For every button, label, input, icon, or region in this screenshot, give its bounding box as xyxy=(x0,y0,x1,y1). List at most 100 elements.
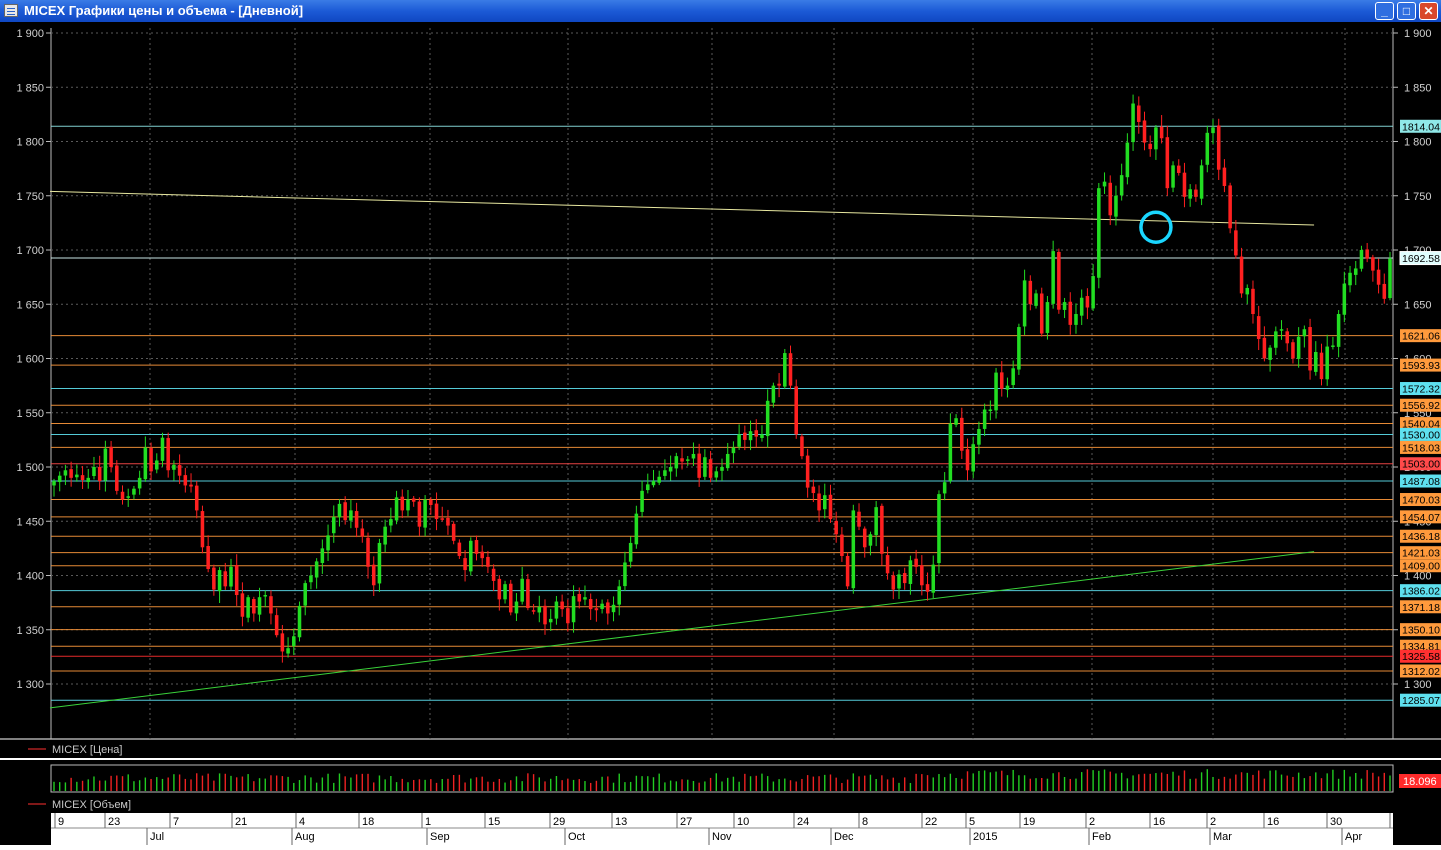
candle-body xyxy=(920,565,924,586)
candle-body xyxy=(663,470,667,476)
y-tick-label-right: 1 300 xyxy=(1404,679,1432,691)
level-label-text: 1487.08 xyxy=(1402,476,1440,488)
candle-body xyxy=(731,447,736,454)
close-button[interactable]: ✕ xyxy=(1419,2,1438,20)
x-day-label: 30 xyxy=(1330,816,1342,828)
app-chart-icon[interactable] xyxy=(4,4,18,17)
candle-body xyxy=(1251,288,1255,315)
candle-body xyxy=(1171,165,1175,188)
level-label-text: 1621.06 xyxy=(1402,331,1440,343)
candle-body xyxy=(389,519,393,526)
chart-area[interactable]: 1 300 1 350 1 400 1 450 1 500 1 550 1 600 1 650… xyxy=(0,22,1441,845)
y-tick-label-left: 1 900 xyxy=(16,28,44,40)
candle-body xyxy=(1296,336,1301,359)
candle-body xyxy=(537,606,542,613)
candle-body xyxy=(1228,185,1232,229)
candle-body xyxy=(617,586,622,605)
candle-body xyxy=(1314,351,1318,372)
y-axis-left: 1 300 1 350 1 400 1 450 1 500 1 550 1 600 1 650… xyxy=(16,28,51,691)
candle-body xyxy=(320,548,325,563)
x-month-label: Dec xyxy=(834,831,854,843)
candle-body xyxy=(1268,347,1272,360)
candle-body xyxy=(491,568,496,581)
candle-body xyxy=(954,418,958,425)
candle-body xyxy=(531,610,536,612)
y-tick-label-left: 1 750 xyxy=(16,191,44,203)
x-month-label: 2015 xyxy=(973,831,997,843)
candle-body xyxy=(988,409,993,411)
candle-body xyxy=(914,558,918,567)
candle-body xyxy=(451,523,456,541)
candle-body xyxy=(497,578,502,600)
y-tick-label-left: 1 550 xyxy=(16,408,44,420)
x-month-label: Feb xyxy=(1092,831,1111,843)
candle-body xyxy=(697,453,701,478)
candle-body xyxy=(725,453,730,469)
maximize-button[interactable]: □ xyxy=(1397,2,1416,20)
candle-body xyxy=(1108,182,1113,216)
candle-body xyxy=(1119,175,1124,196)
x-day-label: 13 xyxy=(615,816,627,828)
candle-body xyxy=(628,542,633,562)
candle-body xyxy=(1308,327,1312,371)
candle-body xyxy=(109,446,113,467)
highlight-marker xyxy=(1139,210,1173,244)
candle-body xyxy=(828,494,833,520)
candle-body xyxy=(560,601,564,610)
candle-body xyxy=(811,486,816,494)
candle-body xyxy=(120,491,125,500)
candle-body xyxy=(189,484,193,487)
candle-body xyxy=(286,648,290,654)
candle-body xyxy=(674,456,679,469)
candle-body xyxy=(280,633,285,652)
candle-body xyxy=(292,636,296,647)
candle-body xyxy=(417,501,422,527)
candle-body xyxy=(1376,269,1381,285)
candle-body xyxy=(606,602,610,614)
candle-body xyxy=(429,499,433,505)
candle-body xyxy=(743,432,747,440)
x-day-label: 27 xyxy=(680,816,692,828)
candle-body xyxy=(1091,276,1095,309)
candle-body xyxy=(337,503,342,518)
x-day-label: 21 xyxy=(235,816,247,828)
level-label-text: 1503.00 xyxy=(1402,459,1440,471)
candle-body xyxy=(999,372,1004,389)
candle-body xyxy=(520,578,524,602)
candle-body xyxy=(1131,103,1135,143)
window-titlebar[interactable]: MICEX Графики цены и объема - [Дневной] … xyxy=(0,0,1441,22)
y-tick-label-right: 1 800 xyxy=(1404,137,1432,149)
candle-body xyxy=(543,605,547,625)
candle-body xyxy=(965,449,970,471)
candle-body xyxy=(868,534,873,546)
candle-body xyxy=(514,601,519,614)
candle-body xyxy=(229,566,233,587)
candle-body xyxy=(583,597,587,600)
level-label-text: 1386.02 xyxy=(1402,586,1440,598)
candle-body xyxy=(1245,287,1250,295)
x-day-label: 16 xyxy=(1267,816,1279,828)
level-label-text: 1593.93 xyxy=(1402,360,1440,372)
candle-body xyxy=(902,573,907,584)
candle-body xyxy=(1336,314,1341,347)
candle-body xyxy=(206,546,210,569)
candle-body xyxy=(1011,368,1015,386)
y-tick-label-left: 1 450 xyxy=(16,516,44,528)
level-label-text: 1518.03 xyxy=(1402,442,1440,454)
candle-body xyxy=(1005,385,1010,390)
candle-body xyxy=(1291,342,1295,359)
minimize-button[interactable]: _ xyxy=(1375,2,1394,20)
candle-body xyxy=(1068,301,1073,325)
candle-body xyxy=(303,583,307,606)
candle-body xyxy=(805,455,810,488)
x-day-label: 2 xyxy=(1210,816,1216,828)
candle-body xyxy=(149,448,153,472)
candle-body xyxy=(97,466,102,482)
x-day-label: 8 xyxy=(862,816,868,828)
candle-body xyxy=(794,386,798,435)
candle-body xyxy=(566,608,570,624)
x-day-label: 5 xyxy=(969,816,975,828)
candle-body xyxy=(577,593,582,602)
chart-svg[interactable]: 1 300 1 350 1 400 1 450 1 500 1 550 1 600 1 650… xyxy=(0,22,1441,845)
candle-body xyxy=(194,485,199,511)
